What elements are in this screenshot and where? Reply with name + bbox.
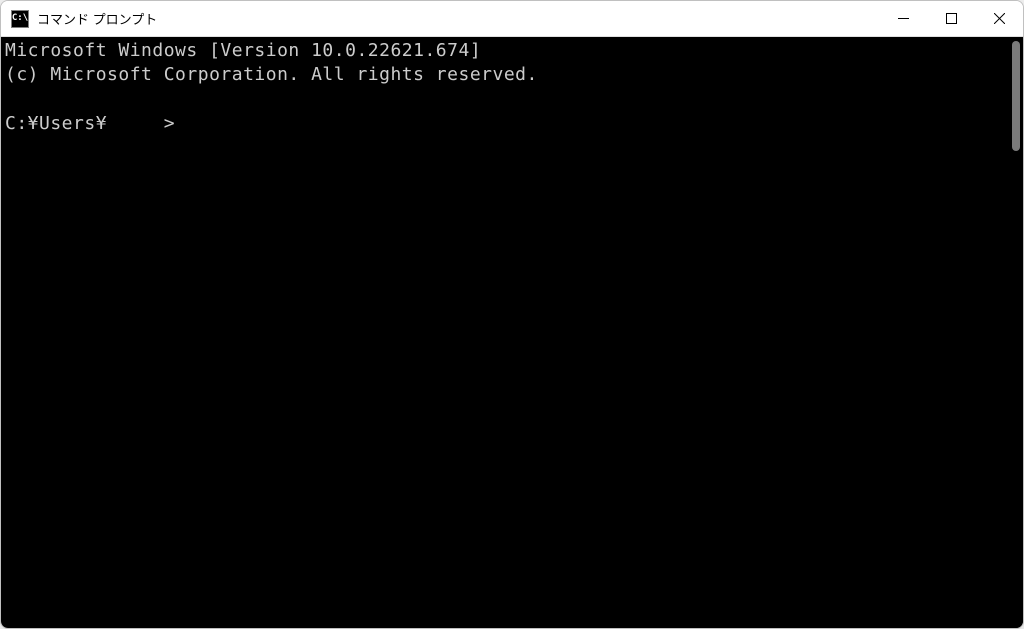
title-left: C:\ コマンド プロンプト	[1, 9, 157, 28]
maximize-icon	[946, 13, 957, 24]
window-title: コマンド プロンプト	[37, 9, 157, 28]
scrollbar-thumb[interactable]	[1012, 41, 1020, 151]
terminal-line-copyright: (c) Microsoft Corporation. All rights re…	[5, 63, 1003, 87]
close-button[interactable]	[975, 1, 1023, 36]
app-icon-text: C:\	[12, 14, 28, 23]
minimize-button[interactable]	[879, 1, 927, 36]
window-controls	[879, 1, 1023, 36]
terminal-content[interactable]: Microsoft Windows [Version 10.0.22621.67…	[1, 37, 1007, 628]
scrollbar[interactable]	[1007, 37, 1023, 628]
title-bar[interactable]: C:\ コマンド プロンプト	[1, 1, 1023, 37]
minimize-icon	[898, 13, 909, 24]
terminal-line-version: Microsoft Windows [Version 10.0.22621.67…	[5, 39, 1003, 63]
terminal-prompt[interactable]: C:¥Users¥ >	[5, 112, 1003, 136]
close-icon	[994, 13, 1005, 24]
maximize-button[interactable]	[927, 1, 975, 36]
app-icon: C:\	[11, 10, 29, 28]
command-prompt-window: C:\ コマンド プロンプト Micr	[0, 0, 1024, 629]
terminal-area[interactable]: Microsoft Windows [Version 10.0.22621.67…	[1, 37, 1023, 628]
